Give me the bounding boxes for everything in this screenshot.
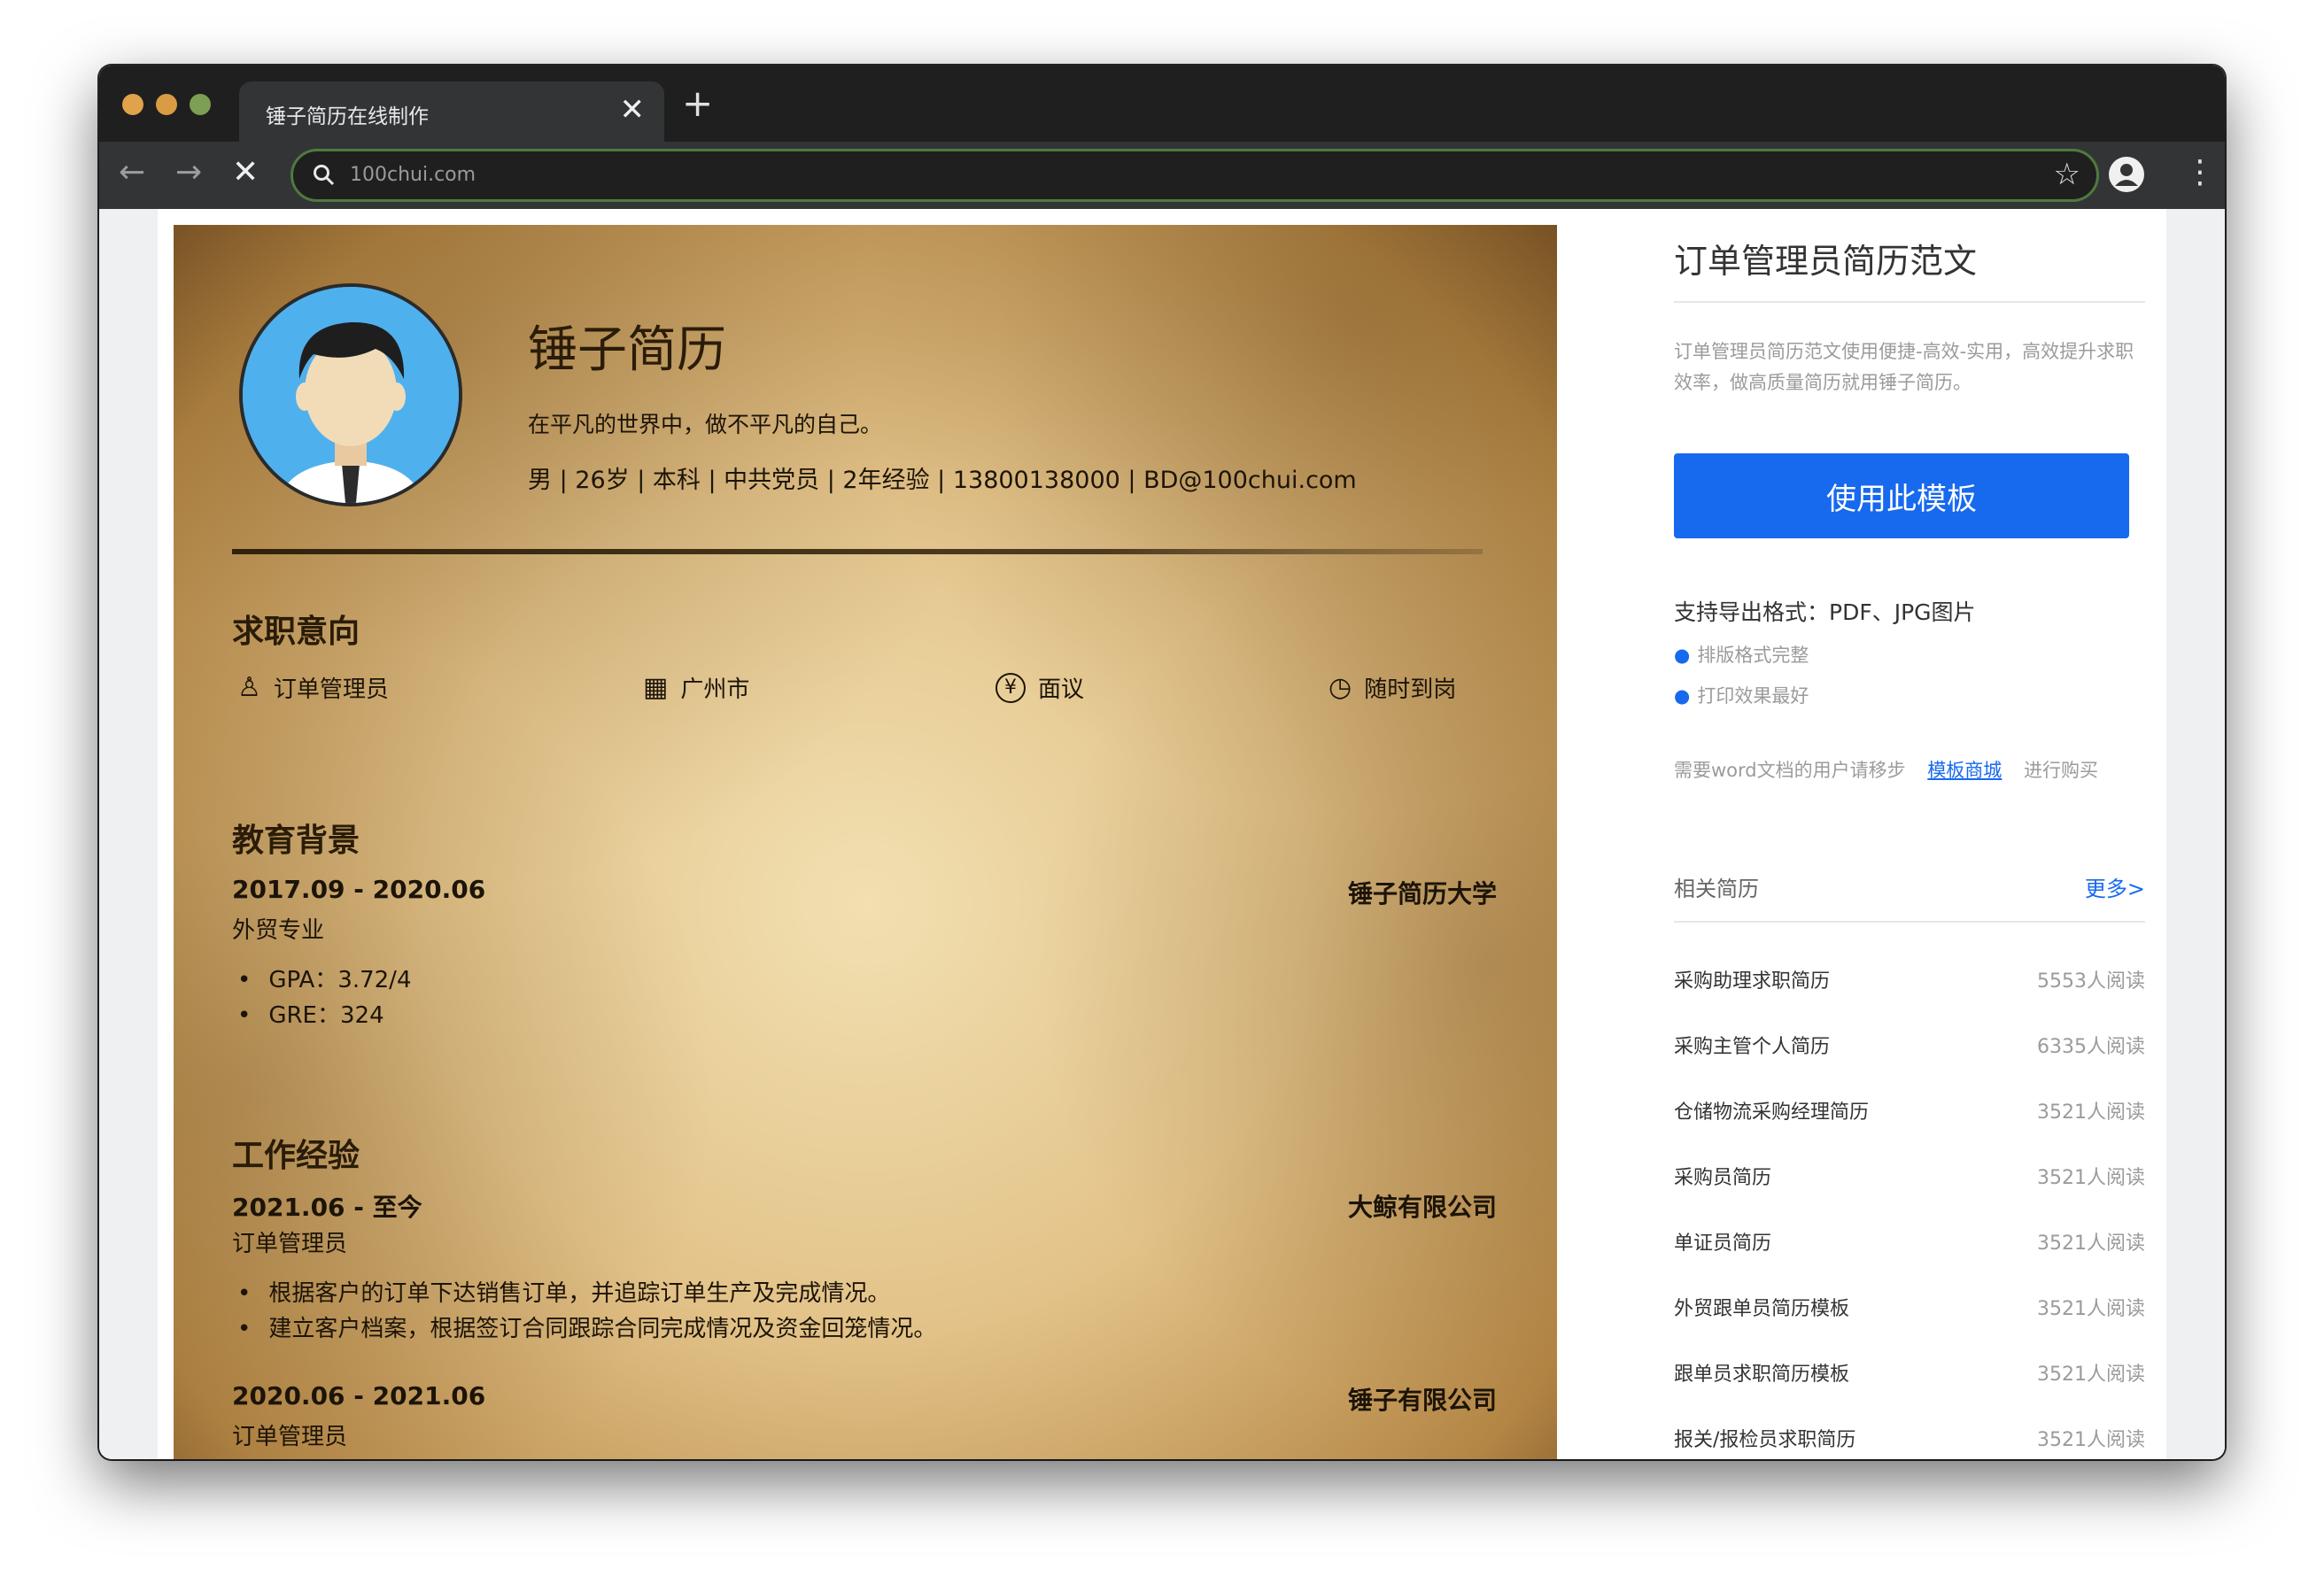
- related-resume-name: 仓储物流采购经理简历: [1674, 1101, 1870, 1124]
- related-resume-item[interactable]: 外贸跟单员简历模板 3521人阅读: [1674, 1293, 2145, 1328]
- related-resume-count: 3521人阅读: [2037, 1429, 2145, 1451]
- feature-point-label: 排版格式完整: [1697, 645, 1809, 666]
- browser-window: 锤子简历在线制作 ✕ + ← → ✕ 100chui.com ☆ ⋮ 锤子简历 …: [99, 66, 2225, 1459]
- related-resume-count: 5553人阅读: [2037, 970, 2145, 993]
- education-section-title: 教育背景: [232, 823, 360, 859]
- related-resume-item[interactable]: 单证员简历 3521人阅读: [1674, 1227, 2145, 1263]
- related-resume-item[interactable]: 仓储物流采购经理简历 3521人阅读: [1674, 1096, 2145, 1132]
- search-icon: [314, 165, 335, 186]
- word-note-text: 需要word文档的用户请移步: [1674, 760, 1906, 781]
- related-resume-count: 3521人阅读: [2037, 1298, 2145, 1320]
- related-resume-item[interactable]: 跟单员求职简历模板 3521人阅读: [1674, 1358, 2145, 1394]
- intent-salary: ¥ 面议: [995, 671, 1084, 704]
- profile-avatar-icon[interactable]: [2108, 156, 2145, 193]
- intent-position: ♙ 订单管理员: [237, 671, 389, 704]
- template-store-link[interactable]: 模板商城: [1927, 760, 2002, 781]
- stop-loading-icon[interactable]: ✕: [232, 154, 259, 190]
- tab-title: 锤子简历在线制作: [266, 105, 429, 128]
- work-date: 2020.06 - 2021.06: [232, 1381, 486, 1410]
- work-role: 订单管理员: [232, 1231, 348, 1257]
- template-title: 订单管理员简历范文: [1674, 242, 1978, 281]
- education-date: 2017.09 - 2020.06: [232, 875, 486, 904]
- yen-icon: ¥: [995, 672, 1026, 703]
- resume-basic-info: 男 | 26岁 | 本科 | 中共党员 | 2年经验 | 13800138000…: [528, 467, 1357, 494]
- template-description: 订单管理员简历范文使用便捷-高效-实用，高效提升求职效率，做高质量简历就用锤子简…: [1674, 341, 2134, 393]
- related-resume-item[interactable]: 采购助理求职简历 5553人阅读: [1674, 965, 2145, 1001]
- resume-motto: 在平凡的世界中，做不平凡的自己。: [528, 412, 883, 437]
- template-sidebar: 订单管理员简历范文 订单管理员简历范文使用便捷-高效-实用，高效提升求职效率，做…: [1651, 209, 2147, 1459]
- related-resume-name: 报关/报检员求职简历: [1674, 1429, 1856, 1451]
- tab-close-icon[interactable]: ✕: [620, 92, 646, 128]
- maximize-window-button[interactable]: [190, 94, 211, 115]
- page-viewport: 锤子简历 在平凡的世界中，做不平凡的自己。 男 | 26岁 | 本科 | 中共党…: [99, 209, 2225, 1459]
- work-date: 2021.06 - 至今: [232, 1193, 422, 1222]
- browser-menu-icon[interactable]: ⋮: [2184, 154, 2216, 190]
- work-company: 锤子有限公司: [1347, 1386, 1497, 1415]
- intent-city: ▦ 广州市: [643, 671, 749, 704]
- building-icon: ▦: [643, 672, 669, 703]
- sidebar-divider: [1674, 921, 2145, 923]
- education-school: 锤子简历大学: [1347, 879, 1497, 908]
- close-window-button[interactable]: [122, 94, 143, 115]
- new-tab-button[interactable]: +: [682, 81, 713, 125]
- work-section-title: 工作经验: [232, 1138, 360, 1174]
- word-note-suffix: 进行购买: [2024, 760, 2098, 781]
- related-resume-name: 跟单员求职简历模板: [1674, 1364, 1850, 1386]
- intent-availability: ◷ 随时到岗: [1329, 671, 1456, 704]
- feature-point-label: 打印效果最好: [1697, 685, 1809, 707]
- sidebar-divider: [1674, 301, 2145, 303]
- resume-preview: 锤子简历 在平凡的世界中，做不平凡的自己。 男 | 26岁 | 本科 | 中共党…: [174, 225, 1557, 1459]
- feature-point: ● 排版格式完整: [1674, 645, 1809, 666]
- work-role: 订单管理员: [232, 1424, 348, 1450]
- related-resume-item[interactable]: 采购主管个人简历 6335人阅读: [1674, 1031, 2145, 1066]
- browser-toolbar: ← → ✕ 100chui.com ☆ ⋮: [99, 142, 2225, 209]
- browser-tab[interactable]: 锤子简历在线制作 ✕: [239, 81, 664, 142]
- related-resume-name: 外贸跟单员简历模板: [1674, 1298, 1850, 1320]
- clock-icon: ◷: [1329, 672, 1352, 703]
- use-template-button[interactable]: 使用此模板: [1674, 453, 2129, 538]
- work-bullet: 根据客户的订单下达销售订单，并追踪订单生产及完成情况。: [237, 1275, 890, 1308]
- intent-section-title: 求职意向: [232, 614, 360, 650]
- work-company: 大鲸有限公司: [1347, 1193, 1497, 1222]
- feature-point: ● 打印效果最好: [1674, 685, 1809, 707]
- related-resume-count: 3521人阅读: [2037, 1364, 2145, 1386]
- avatar-illustration: [243, 287, 459, 503]
- back-arrow-icon[interactable]: ←: [119, 154, 145, 190]
- tie-icon: ♙: [237, 672, 261, 703]
- related-resume-count: 3521人阅读: [2037, 1167, 2145, 1189]
- forward-arrow-icon[interactable]: →: [175, 154, 202, 190]
- related-resume-count: 3521人阅读: [2037, 1233, 2145, 1255]
- related-resume-name: 单证员简历: [1674, 1233, 1772, 1255]
- education-major: 外贸专业: [232, 917, 325, 944]
- word-note: 需要word文档的用户请移步 模板商城 进行购买: [1674, 756, 2098, 783]
- work-bullet: 建立客户档案，根据签订合同跟踪合同完成情况及资金回笼情况。: [237, 1310, 936, 1343]
- minimize-window-button[interactable]: [156, 94, 177, 115]
- related-resume-name: 采购主管个人简历: [1674, 1036, 1831, 1058]
- browser-titlebar: 锤子简历在线制作 ✕ +: [99, 66, 2225, 142]
- intent-position-label: 订单管理员: [273, 676, 389, 703]
- address-bar[interactable]: 100chui.com ☆: [290, 149, 2099, 202]
- related-resume-name: 采购助理求职简历: [1674, 970, 1831, 993]
- education-bullet: GRE：324: [237, 997, 383, 1030]
- intent-salary-label: 面议: [1038, 676, 1085, 703]
- intent-city-label: 广州市: [680, 676, 750, 703]
- education-bullet: GPA：3.72/4: [237, 962, 411, 994]
- bookmark-star-icon[interactable]: ☆: [2054, 157, 2080, 192]
- section-divider: [232, 549, 1483, 554]
- avatar: [239, 283, 462, 506]
- resume-name: 锤子简历: [528, 321, 726, 379]
- url-text: 100chui.com: [350, 164, 476, 186]
- related-resume-name: 采购员简历: [1674, 1167, 1772, 1189]
- export-formats: 支持导出格式：PDF、JPG图片: [1674, 599, 1976, 625]
- related-resume-count: 3521人阅读: [2037, 1101, 2145, 1124]
- related-resume-item[interactable]: 采购员简历 3521人阅读: [1674, 1162, 2145, 1197]
- related-resume-count: 6335人阅读: [2037, 1036, 2145, 1058]
- related-resume-item[interactable]: 报关/报检员求职简历 3521人阅读: [1674, 1424, 2145, 1459]
- intent-availability-label: 随时到岗: [1364, 676, 1457, 703]
- related-more-link[interactable]: 更多>: [2085, 871, 2145, 902]
- related-resumes-title: 相关简历: [1674, 877, 1759, 901]
